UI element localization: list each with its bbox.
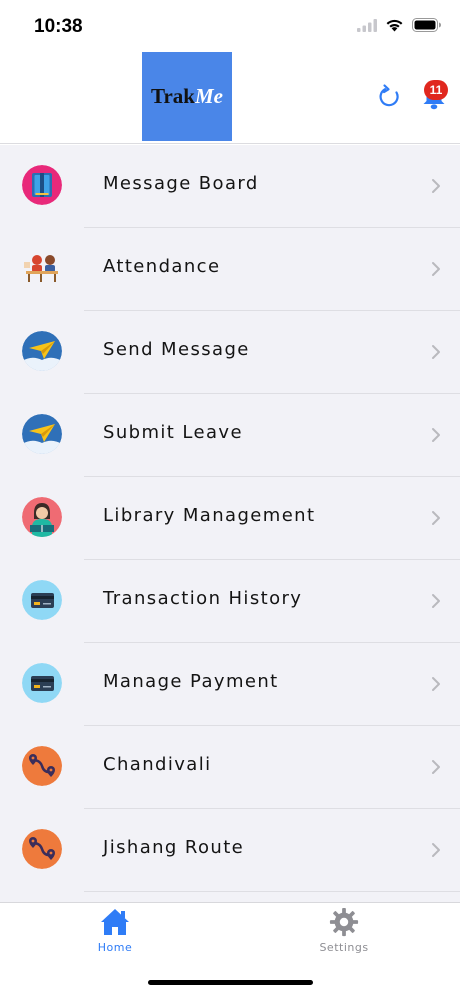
home-indicator — [148, 980, 313, 985]
tab-home-label: Home — [97, 941, 133, 954]
status-bar: 10:38 — [0, 0, 460, 52]
menu-item-chandivali[interactable]: Chandivali — [0, 726, 460, 809]
paper-plane-icon — [22, 414, 62, 454]
cellular-signal-icon — [357, 18, 377, 32]
menu-item-label: Chandivali — [103, 754, 212, 775]
menu-item-label: Jishang Route — [103, 837, 245, 858]
menu-item-transaction-history[interactable]: Transaction History — [0, 560, 460, 643]
tab-home[interactable]: Home — [65, 907, 165, 954]
menu-list: Message Board Attendance Send Message Su… — [0, 145, 460, 902]
status-icons — [357, 18, 442, 32]
chevron-right-icon — [432, 345, 440, 359]
refresh-icon[interactable] — [376, 83, 404, 111]
chevron-right-icon — [432, 262, 440, 276]
gear-icon — [329, 907, 359, 937]
menu-item-label: Manage Payment — [103, 671, 279, 692]
menu-item-label: Submit Leave — [103, 422, 243, 443]
menu-item-manage-payment[interactable]: Manage Payment — [0, 643, 460, 726]
chevron-right-icon — [432, 760, 440, 774]
librarian-icon — [22, 497, 62, 537]
menu-item-label: Attendance — [103, 256, 221, 277]
classroom-icon — [24, 255, 58, 282]
app-header: Trak Me 11 — [0, 52, 460, 144]
chevron-right-icon — [432, 428, 440, 442]
menu-item-label: Message Board — [103, 173, 259, 194]
menu-item-attendance[interactable]: Attendance — [0, 228, 460, 311]
menu-item-library-management[interactable]: Library Management — [0, 477, 460, 560]
book-icon — [22, 165, 62, 205]
credit-card-icon — [22, 580, 62, 620]
battery-icon — [412, 18, 441, 32]
notification-badge: 11 — [424, 80, 448, 100]
route-icon — [22, 829, 62, 869]
menu-item-message-board[interactable]: Message Board — [0, 145, 460, 228]
menu-item-label: Send Message — [103, 339, 250, 360]
menu-item-jishang-route[interactable]: Jishang Route — [0, 809, 460, 892]
chevron-right-icon — [432, 511, 440, 525]
chevron-right-icon — [432, 677, 440, 691]
route-icon — [22, 746, 62, 786]
trakme-logo: Trak Me — [142, 52, 232, 141]
tab-settings[interactable]: Settings — [294, 907, 394, 954]
status-time: 10:38 — [34, 16, 83, 37]
menu-item-label: Library Management — [103, 505, 316, 526]
menu-item-label: Transaction History — [103, 588, 303, 609]
paper-plane-icon — [22, 331, 62, 371]
menu-item-send-message[interactable]: Send Message — [0, 311, 460, 394]
credit-card-icon — [22, 663, 62, 703]
tab-settings-label: Settings — [319, 941, 369, 954]
logo-text-me: Me — [194, 84, 223, 108]
chevron-right-icon — [432, 594, 440, 608]
menu-item-submit-leave[interactable]: Submit Leave — [0, 394, 460, 477]
home-icon — [101, 909, 129, 935]
logo-text-trak: Trak — [151, 84, 195, 108]
wifi-icon — [386, 19, 403, 32]
chevron-right-icon — [432, 179, 440, 193]
chevron-right-icon — [432, 843, 440, 857]
